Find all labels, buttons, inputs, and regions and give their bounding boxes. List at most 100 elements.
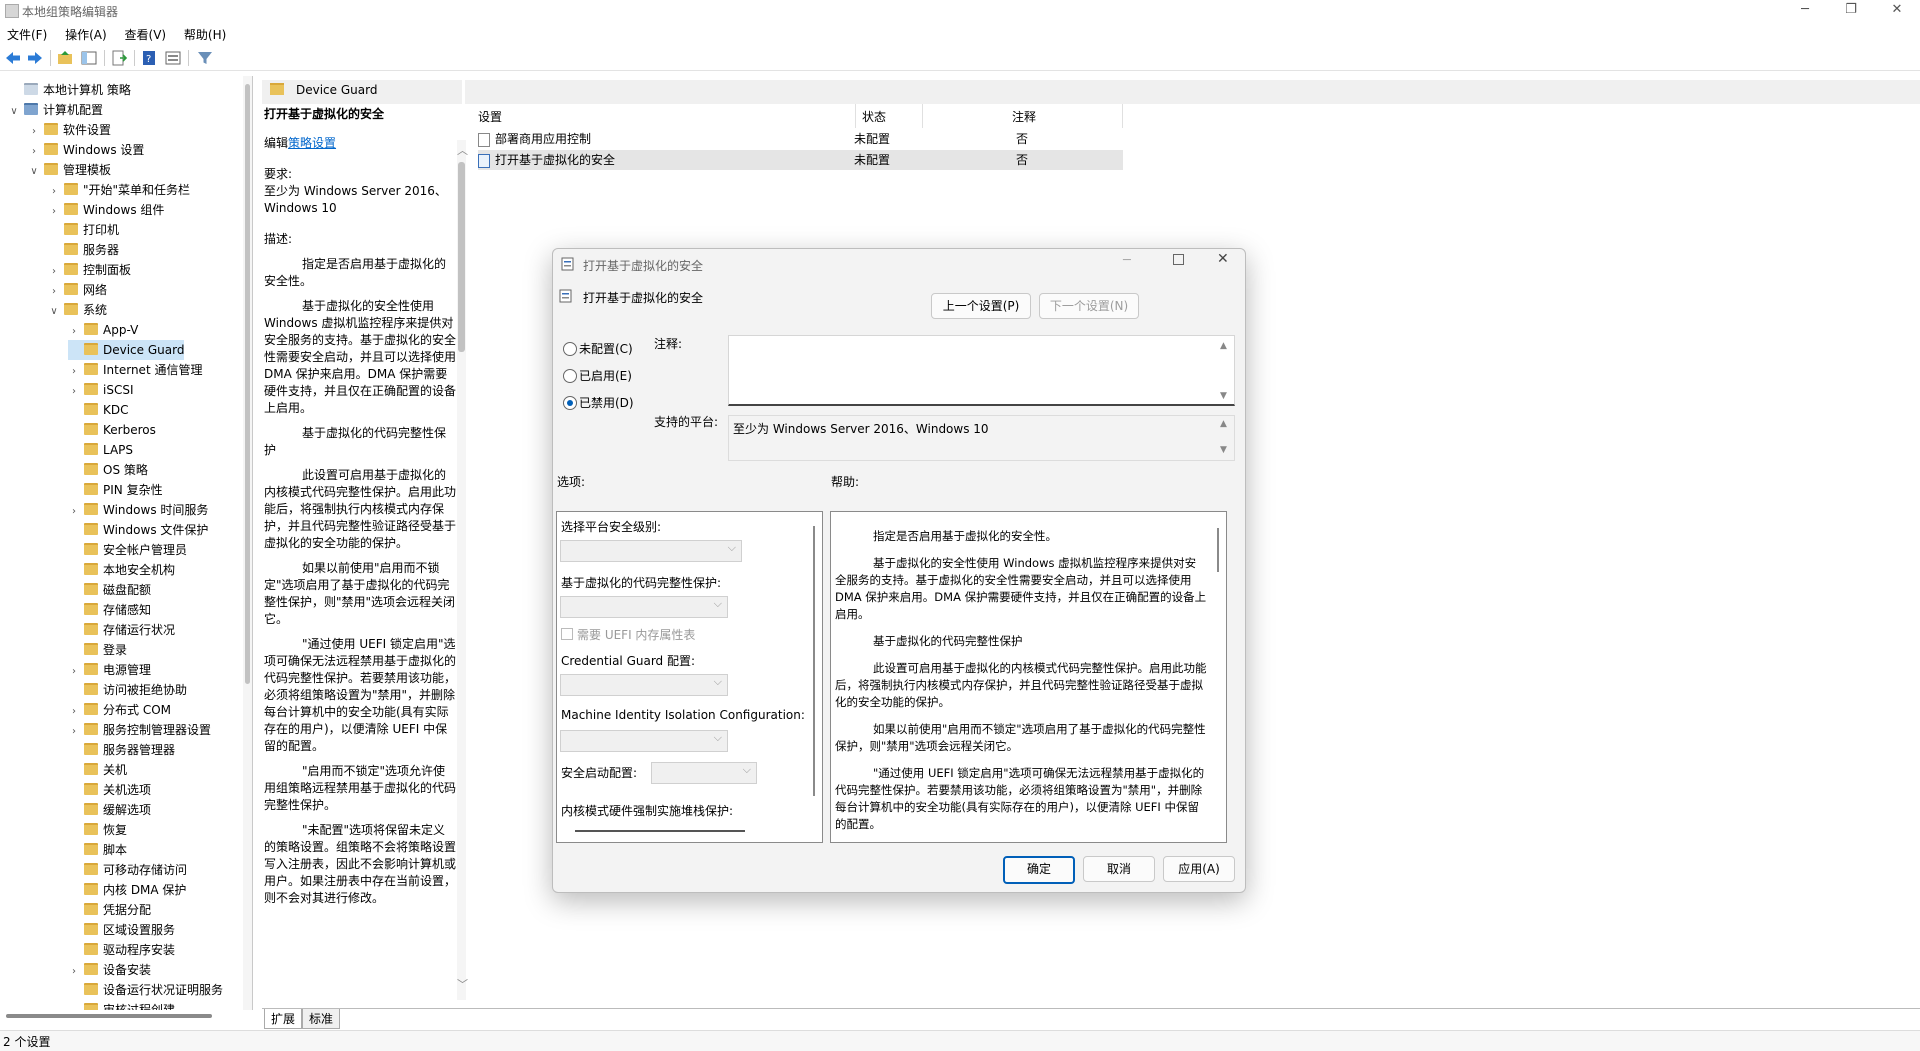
tree-item[interactable]: 本地计算机 策略 xyxy=(8,80,131,100)
chevron-right-icon[interactable]: › xyxy=(68,502,80,522)
tree-item[interactable]: › Internet 通信管理 xyxy=(68,360,202,380)
tree-item[interactable]: 存储运行状况 xyxy=(68,620,175,640)
tree-item[interactable]: 服务器管理器 xyxy=(68,740,175,760)
tree-item[interactable]: 安全帐户管理员 xyxy=(68,540,187,560)
back-arrow-icon[interactable] xyxy=(4,49,22,67)
desc-scroll-up-icon[interactable]: ︿ xyxy=(457,142,468,158)
close-window-button[interactable]: ✕ xyxy=(1874,0,1920,22)
tree-item[interactable]: › 服务控制管理器设置 xyxy=(68,720,211,740)
next-setting-button[interactable]: 下一个设置(N) xyxy=(1039,293,1139,319)
chevron-down-icon[interactable]: ∨ xyxy=(48,302,60,322)
tree-item[interactable]: 关机 xyxy=(68,760,127,780)
maximize-button[interactable]: ❐ xyxy=(1828,0,1874,22)
tree-item[interactable]: 存储感知 xyxy=(68,600,151,620)
desc-scroll-thumb[interactable] xyxy=(458,162,465,352)
chevron-right-icon[interactable]: › xyxy=(68,362,80,382)
dialog-close-button[interactable]: ✕ xyxy=(1217,251,1229,267)
ok-button[interactable]: 确定 xyxy=(1003,856,1075,884)
tree-item[interactable]: 恢复 xyxy=(68,820,127,840)
chevron-right-icon[interactable]: › xyxy=(68,722,80,742)
tab-extended[interactable]: 扩展 xyxy=(264,1009,303,1029)
secure-launch-select[interactable] xyxy=(651,762,757,784)
list-row[interactable]: 部署商用应用控制 未配置 否 xyxy=(478,129,1123,149)
chevron-right-icon[interactable]: › xyxy=(48,202,60,222)
menu-view[interactable]: 查看(V) xyxy=(118,24,174,45)
tree-item[interactable]: › Windows 时间服务 xyxy=(68,500,208,520)
platform-scroll-down-icon[interactable]: ▼ xyxy=(1220,445,1227,455)
chevron-right-icon[interactable]: › xyxy=(68,962,80,982)
edit-policy-link[interactable]: 策略设置 xyxy=(288,136,336,150)
tree-item[interactable]: PIN 复杂性 xyxy=(68,480,163,500)
up-folder-icon[interactable] xyxy=(56,49,74,67)
tree-item[interactable]: Windows 文件保护 xyxy=(68,520,208,540)
tree-item[interactable]: › 控制面板 xyxy=(48,260,131,280)
minimize-button[interactable]: ─ xyxy=(1782,0,1828,22)
chevron-right-icon[interactable]: › xyxy=(28,122,40,142)
chevron-right-icon[interactable]: › xyxy=(68,662,80,682)
tree-item[interactable]: › 设备安装 xyxy=(68,960,151,980)
comment-scroll-down-icon[interactable]: ▼ xyxy=(1220,391,1227,401)
tree-item[interactable]: 磁盘配额 xyxy=(68,580,151,600)
tree-item[interactable]: 凭据分配 xyxy=(68,900,151,920)
tree-item[interactable]: › Windows 组件 xyxy=(48,200,164,220)
chevron-right-icon[interactable]: › xyxy=(68,382,80,402)
tree-item[interactable]: ∨ 系统 xyxy=(48,300,107,320)
tree-item[interactable]: Kerberos xyxy=(68,420,156,440)
tree-item[interactable]: 驱动程序安装 xyxy=(68,940,175,960)
tree-item[interactable]: 脚本 xyxy=(68,840,127,860)
tree-scrollbar[interactable] xyxy=(243,76,252,1010)
tree-item[interactable]: › Windows 设置 xyxy=(28,140,144,160)
chevron-right-icon[interactable]: › xyxy=(48,182,60,202)
radio-disabled[interactable] xyxy=(563,396,577,410)
list-row[interactable]: 打开基于虚拟化的安全 未配置 否 xyxy=(478,150,1123,170)
help-scroll-thumb[interactable] xyxy=(1217,528,1219,572)
tree-item[interactable]: 登录 xyxy=(68,640,127,660)
chevron-right-icon[interactable]: › xyxy=(48,282,60,302)
export-list-icon[interactable] xyxy=(110,49,128,67)
tree-item[interactable]: › 软件设置 xyxy=(28,120,111,140)
platform-scroll-up-icon[interactable]: ▲ xyxy=(1220,419,1227,429)
col-setting-header[interactable]: 设置 xyxy=(478,108,502,125)
tree-item[interactable]: › 电源管理 xyxy=(68,660,151,680)
chevron-right-icon[interactable]: › xyxy=(28,142,40,162)
col-comment-header[interactable]: 注释 xyxy=(1012,108,1036,125)
forward-arrow-icon[interactable] xyxy=(26,49,44,67)
cancel-button[interactable]: 取消 xyxy=(1083,856,1155,882)
tree-hscroll-thumb[interactable] xyxy=(6,1014,212,1018)
menu-file[interactable]: 文件(F) xyxy=(0,24,54,45)
tree-item[interactable]: 打印机 xyxy=(48,220,119,240)
tree-item[interactable]: › App-V xyxy=(68,320,138,340)
radio-not-configured[interactable] xyxy=(563,342,577,356)
tree-item[interactable]: 可移动存储访问 xyxy=(68,860,187,880)
tree-item[interactable]: 访问被拒绝协助 xyxy=(68,680,187,700)
tree-item[interactable]: 区域设置服务 xyxy=(68,920,175,940)
tree-item[interactable]: 服务器 xyxy=(48,240,119,260)
dialog-minimize-button[interactable]: ─ xyxy=(1123,253,1131,268)
options-scroll-thumb[interactable] xyxy=(813,526,815,796)
chevron-down-icon[interactable]: ∨ xyxy=(8,102,20,122)
apply-button[interactable]: 应用(A) xyxy=(1163,856,1235,882)
tree-item[interactable]: 关机选项 xyxy=(68,780,151,800)
properties-icon[interactable] xyxy=(164,49,182,67)
machine-identity-select[interactable] xyxy=(560,730,728,752)
menu-help[interactable]: 帮助(H) xyxy=(177,24,233,45)
tree-scroll-thumb[interactable] xyxy=(245,84,250,684)
chevron-down-icon[interactable]: ∨ xyxy=(28,162,40,182)
dialog-maximize-button[interactable] xyxy=(1173,254,1184,265)
chevron-right-icon[interactable]: › xyxy=(68,702,80,722)
comment-textarea[interactable] xyxy=(728,335,1235,406)
tree-item[interactable]: 缓解选项 xyxy=(68,800,151,820)
tree-item[interactable]: › 网络 xyxy=(48,280,107,300)
uefi-mat-checkbox[interactable] xyxy=(561,628,573,640)
filter-icon[interactable] xyxy=(196,49,214,67)
tree-item[interactable]: 本地安全机构 xyxy=(68,560,175,580)
credential-guard-select[interactable] xyxy=(560,674,728,696)
comment-scroll-up-icon[interactable]: ▲ xyxy=(1220,341,1227,351)
tree-item[interactable]: Device Guard xyxy=(68,340,185,360)
chevron-right-icon[interactable]: › xyxy=(48,262,60,282)
tree-item[interactable]: OS 策略 xyxy=(68,460,148,480)
help-icon[interactable]: ? xyxy=(140,49,158,67)
chevron-right-icon[interactable]: › xyxy=(68,322,80,342)
col-state-header[interactable]: 状态 xyxy=(862,108,886,125)
tree-item[interactable]: ∨ 计算机配置 xyxy=(8,100,103,120)
